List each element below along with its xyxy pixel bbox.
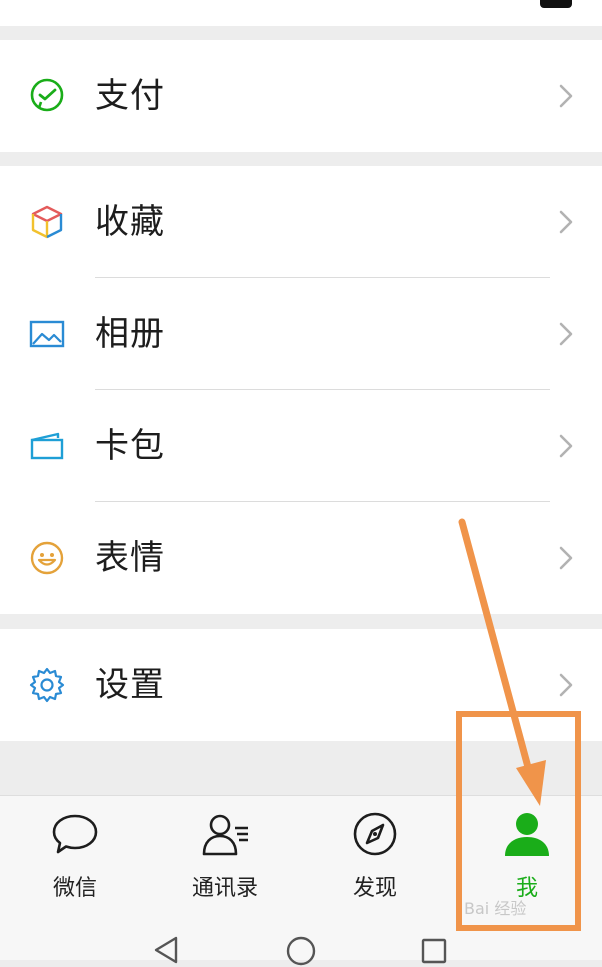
watermark-logo: Bai 经验 (464, 899, 527, 918)
